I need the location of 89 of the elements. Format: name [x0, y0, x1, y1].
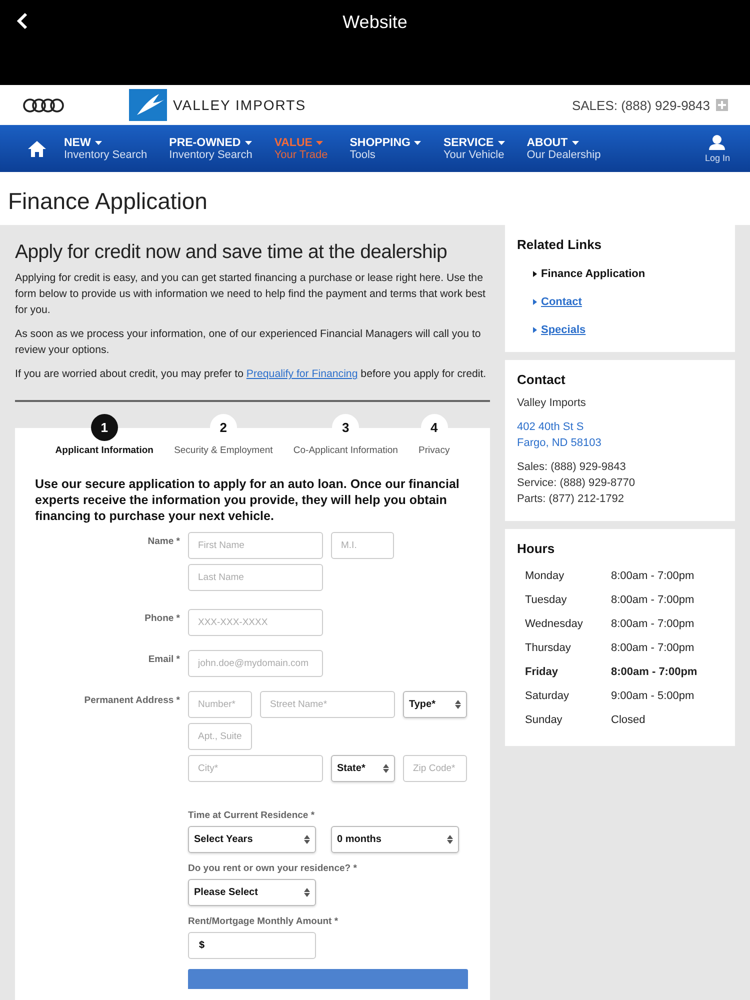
step-label: Security & Employment: [174, 445, 273, 456]
input-field[interactable]: Last Name: [188, 564, 323, 591]
sales-phone: SALES: (888) 929-9843: [572, 98, 710, 112]
caret-icon: [572, 140, 579, 144]
caret-icon: [316, 140, 324, 144]
updown-icon: [304, 835, 310, 844]
updown-icon: [383, 764, 389, 773]
day-name: Sunday: [525, 713, 564, 728]
day-name: Monday: [525, 569, 566, 584]
opening-hours: Closed: [611, 713, 646, 728]
updown-icon: [304, 888, 310, 897]
caret-icon: [533, 271, 537, 277]
caret-icon: [533, 299, 537, 305]
select-field[interactable]: Type*: [403, 691, 467, 718]
phone-number: Parts: (877) 212-1792: [517, 492, 626, 507]
opening-hours: 8:00am - 7:00pm: [611, 617, 696, 632]
day-name: Friday: [525, 665, 560, 680]
input-field[interactable]: Apt., Suite: [188, 723, 252, 750]
input-field[interactable]: Street Name*: [260, 691, 395, 718]
dealer-name: Valley Imports: [517, 396, 587, 411]
section-heading: Apply for credit now and save time at the dealership: [15, 241, 448, 264]
field-label: Permanent Address *: [83, 694, 180, 708]
home-icon[interactable]: [28, 140, 46, 156]
field-label: Time at Current Residence *: [188, 810, 316, 821]
input-field[interactable]: M.I.: [331, 532, 394, 559]
input-field[interactable]: Zip Code*: [403, 755, 467, 782]
day-name: Tuesday: [525, 593, 568, 608]
page-title: Finance Application: [8, 188, 208, 215]
select-field[interactable]: Select Years: [188, 826, 316, 853]
day-name: Saturday: [525, 689, 570, 704]
panel-title: Hours: [517, 541, 556, 556]
paragraph: If you are worried about credit, you may prefer to Prequalify for Financing before you apply for credit.: [15, 367, 488, 382]
day-name: Wednesday: [525, 617, 584, 632]
input-field[interactable]: First Name: [188, 532, 323, 559]
back-icon[interactable]: [16, 12, 28, 30]
panel-title: Related Links: [517, 237, 603, 252]
address-link[interactable]: 402 40th St S: [517, 419, 723, 435]
form-intro: Use our secure application to apply for an auto loan. Once our financial experts receive the information you provide, they will help you obtain financing to purchase your next vehicle.: [35, 476, 460, 524]
window-title: Website: [342, 11, 408, 34]
login-link[interactable]: Log In: [704, 134, 730, 162]
opening-hours: 8:00am - 7:00pm: [611, 593, 696, 608]
related-link[interactable]: Finance Application: [533, 268, 723, 280]
amount-field[interactable]: $: [188, 932, 316, 959]
select-field[interactable]: Please Select: [188, 879, 316, 906]
paragraph: As soon as we process your information, one of our experienced Financial Managers will call you to review your options.: [15, 327, 482, 358]
caret-icon: [244, 140, 252, 144]
input-field[interactable]: City*: [188, 755, 323, 782]
related-link[interactable]: Specials: [533, 324, 723, 336]
step-label: Privacy: [418, 445, 450, 456]
input-field[interactable]: john.doe@mydomain.com: [188, 650, 323, 677]
updown-icon: [447, 835, 453, 844]
nav-item[interactable]: ABOUT Our Dealership: [526, 136, 601, 160]
nav-item[interactable]: PRE-OWNED Inventory Search: [169, 136, 252, 160]
field-label: Rent/Mortgage Monthly Amount *: [188, 916, 340, 927]
paragraph: Applying for credit is easy, and you can get started financing a purchase or lease right here. Use the form below to provide us with information we need to help find the payment and terms that work best for you.: [15, 271, 486, 318]
logo-icon: [129, 89, 167, 121]
address-link[interactable]: Fargo, ND 58103: [517, 435, 723, 451]
updown-icon: [455, 700, 461, 709]
step-label: Co-Applicant Information: [293, 445, 398, 456]
opening-hours: 9:00am - 5:00pm: [611, 689, 696, 704]
phone-number: Sales: (888) 929-9843: [517, 460, 627, 475]
brand-name: VALLEY IMPORTS: [173, 97, 306, 113]
panel-title: Contact: [517, 372, 566, 387]
caret-icon: [94, 140, 102, 144]
step-label: Applicant Information: [55, 445, 154, 456]
input-field[interactable]: Number*: [188, 691, 252, 718]
day-name: Thursday: [525, 641, 572, 656]
select-field[interactable]: 0 months: [331, 826, 459, 853]
field-label: Phone *: [144, 612, 180, 626]
step-number[interactable]: 1: [90, 414, 118, 441]
rings-logo-icon: [22, 98, 65, 112]
phone-number: Service: (888) 929-8770: [517, 476, 636, 491]
field-label: Do you rent or own your residence? *: [188, 863, 358, 874]
caret-icon: [414, 140, 422, 144]
field-label: Email *: [147, 653, 180, 667]
opening-hours: 8:00am - 7:00pm: [611, 665, 698, 680]
nav-item[interactable]: SERVICE Your Vehicle: [443, 136, 505, 160]
caret-icon: [533, 327, 537, 333]
prequalify-link[interactable]: Prequalify for Financing: [246, 368, 358, 380]
nav-item[interactable]: SHOPPING Tools: [350, 136, 422, 160]
opening-hours: 8:00am - 7:00pm: [611, 569, 696, 584]
select-field[interactable]: State*: [331, 755, 395, 782]
user-icon: [709, 134, 726, 150]
nav-item[interactable]: NEW Inventory Search: [64, 136, 148, 160]
related-link[interactable]: Contact: [533, 296, 723, 308]
field-label: Name *: [146, 535, 180, 549]
opening-hours: 8:00am - 7:00pm: [611, 641, 696, 656]
caret-icon: [498, 140, 505, 144]
input-field[interactable]: XXX-XXX-XXXX: [188, 609, 323, 636]
